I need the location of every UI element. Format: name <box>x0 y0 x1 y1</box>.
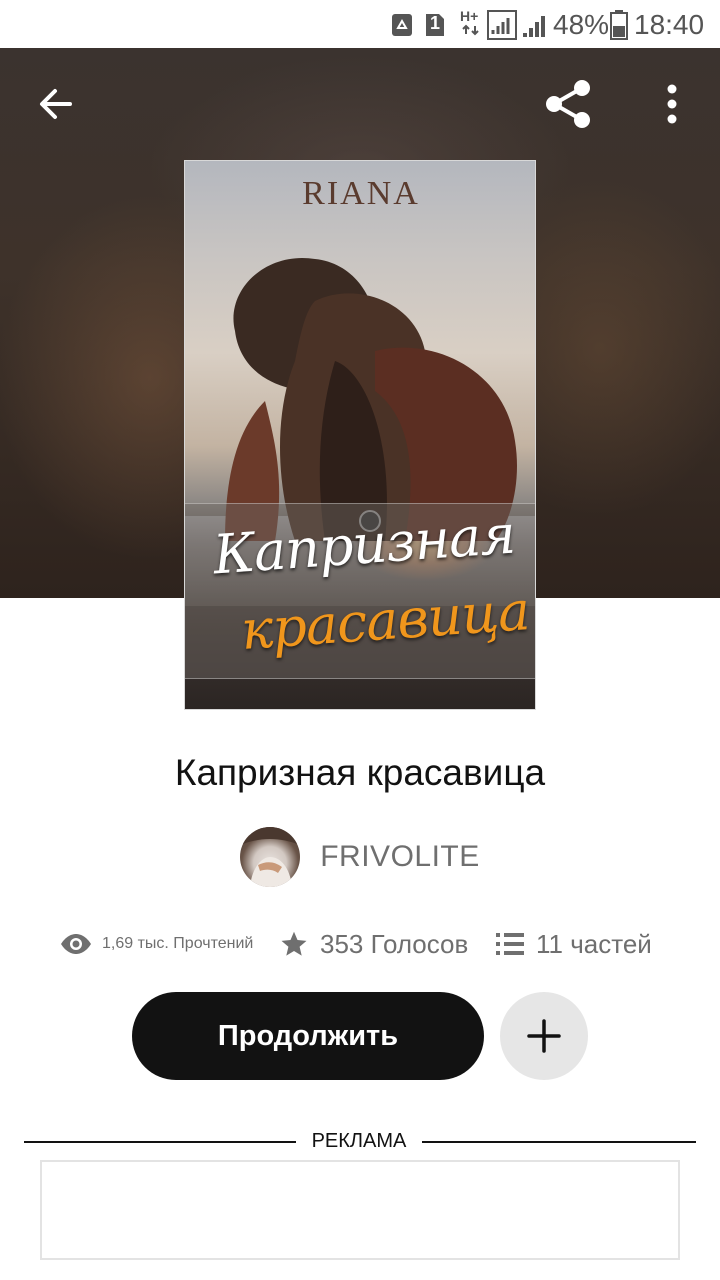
more-vertical-icon <box>667 84 677 124</box>
author-avatar[interactable] <box>240 827 301 887</box>
battery-icon <box>610 10 628 40</box>
author-name[interactable]: FRIVOLITE <box>320 840 480 874</box>
eye-icon <box>61 934 91 954</box>
ad-divider-line-right <box>422 1141 696 1143</box>
stat-parts: 11 частей <box>496 920 652 968</box>
sim-slot-label: 1 <box>430 13 441 33</box>
star-icon <box>281 931 307 956</box>
battery-percent: 48% <box>553 9 610 40</box>
ad-placeholder[interactable] <box>40 1160 680 1260</box>
cover-couple-illustration <box>225 257 517 541</box>
ad-divider: РЕКЛАМА <box>24 1128 696 1158</box>
stat-votes: 353 Голосов <box>280 920 468 968</box>
clock: 18:40 <box>634 9 705 40</box>
network-type-label: H+ <box>460 8 479 24</box>
stats-row: 1,69 тыс. Прочтений 353 Голосов 11 часте… <box>0 920 720 968</box>
more-options-button[interactable] <box>644 76 700 132</box>
parts-count: 11 частей <box>536 928 652 959</box>
add-to-library-button[interactable] <box>500 992 588 1080</box>
list-icon <box>496 933 524 955</box>
book-cover[interactable]: RIANA Капризная красавица <box>184 160 536 710</box>
avatar-illustration <box>240 827 301 887</box>
continue-reading-label: Продолжить <box>217 1019 399 1052</box>
share-button[interactable] <box>540 76 596 132</box>
signal-icon-2 <box>523 16 545 37</box>
share-icon <box>546 80 590 128</box>
plus-icon <box>527 1019 561 1053</box>
stat-reads: 1,69 тыс. Прочтений <box>60 920 253 968</box>
author-row[interactable]: FRIVOLITE <box>0 826 720 888</box>
recycle-notification-icon <box>392 14 412 36</box>
network-arrows-icon <box>462 24 479 36</box>
ad-divider-line-left <box>24 1141 296 1143</box>
ad-label: РЕКЛАМА <box>311 1130 407 1152</box>
status-bar: 1 H+ 48% 18:40 <box>0 0 720 48</box>
book-title: Капризная красавица <box>174 752 546 793</box>
continue-reading-button[interactable]: Продолжить <box>132 992 484 1080</box>
votes-count: 353 Голосов <box>320 928 469 959</box>
reads-count: 1,69 тыс. Прочтений <box>102 935 254 952</box>
cover-author-mark: RIANA <box>302 175 420 212</box>
arrow-back-icon <box>40 89 72 119</box>
back-button[interactable] <box>28 76 84 132</box>
signal-icon-1 <box>487 10 517 40</box>
